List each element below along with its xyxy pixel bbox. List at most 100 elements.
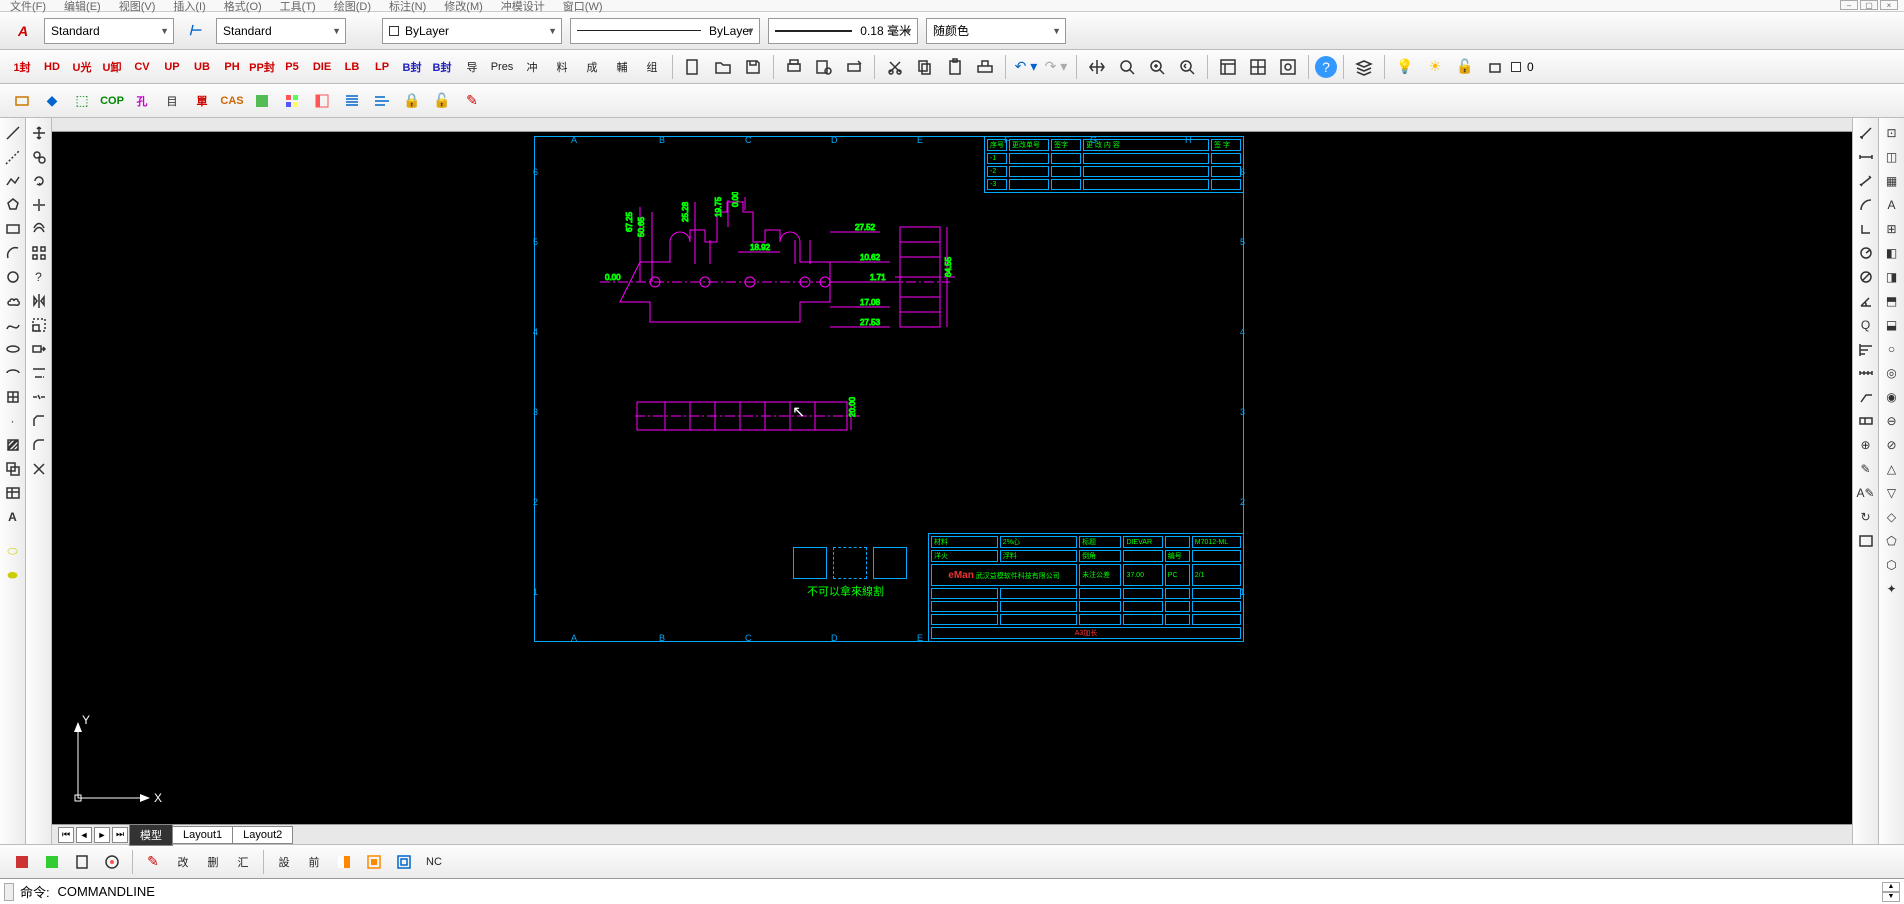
mirror-icon[interactable]: [28, 290, 50, 312]
drawing-canvas[interactable]: A B C D E F G H A B C D E 6 5 4 3 2 1: [52, 132, 1852, 824]
offset-icon[interactable]: [28, 218, 50, 240]
stretch-icon[interactable]: [28, 338, 50, 360]
revcloud-icon[interactable]: [2, 290, 24, 312]
tb2-mu[interactable]: 目: [158, 87, 186, 115]
explode-icon[interactable]: [28, 458, 50, 480]
cut-icon[interactable]: [881, 53, 909, 81]
btn-lp[interactable]: LP: [368, 53, 396, 81]
dist-icon[interactable]: [1855, 122, 1877, 144]
bb-she[interactable]: 設: [270, 848, 298, 876]
rotate-icon[interactable]: [28, 170, 50, 192]
bb-gai[interactable]: 改: [169, 848, 197, 876]
tb2-8[interactable]: [248, 87, 276, 115]
r2-12[interactable]: ⊖: [1881, 410, 1903, 432]
menu-format[interactable]: 格式(O): [224, 0, 262, 14]
tab-first[interactable]: ⏮: [58, 827, 74, 843]
undo-icon[interactable]: ↶ ▾: [1012, 53, 1040, 81]
bb-3[interactable]: [98, 848, 126, 876]
bulb-icon[interactable]: 💡: [1391, 53, 1419, 81]
btn-ph[interactable]: PH: [218, 53, 246, 81]
menu-modify[interactable]: 修改(M): [444, 0, 483, 14]
move-icon[interactable]: [28, 122, 50, 144]
plot-icon[interactable]: [840, 53, 868, 81]
r2-9[interactable]: ○: [1881, 338, 1903, 360]
r2-19[interactable]: ✦: [1881, 578, 1903, 600]
btn-die[interactable]: DIE: [308, 53, 336, 81]
tb2-unlock[interactable]: 🔓: [428, 87, 456, 115]
menu-view[interactable]: 视图(V): [119, 0, 156, 14]
btn-1f[interactable]: 1封: [8, 53, 36, 81]
dimcont-icon[interactable]: [1855, 362, 1877, 384]
dimstylemgr-icon[interactable]: [1855, 530, 1877, 552]
extend-icon[interactable]: [28, 362, 50, 384]
line-icon[interactable]: [2, 122, 24, 144]
dimrad-icon[interactable]: [1855, 242, 1877, 264]
print-icon[interactable]: [780, 53, 808, 81]
tab-layout2[interactable]: Layout2: [232, 826, 293, 844]
linetype-combo[interactable]: ByLayer▼: [570, 18, 760, 44]
bb-edit[interactable]: ✎: [139, 848, 167, 876]
tab-model[interactable]: 模型: [129, 824, 173, 846]
block-icon[interactable]: [2, 386, 24, 408]
tb2-cop[interactable]: COP: [98, 87, 126, 115]
dimalign-icon[interactable]: [1855, 170, 1877, 192]
match-icon[interactable]: [971, 53, 999, 81]
tolerance-icon[interactable]: [1855, 410, 1877, 432]
btn-dao[interactable]: 导: [458, 53, 486, 81]
leader-icon[interactable]: [1855, 386, 1877, 408]
hatch-icon[interactable]: [2, 434, 24, 456]
chamfer-icon[interactable]: [28, 410, 50, 432]
menu-tools[interactable]: 工具(T): [280, 0, 316, 14]
dimlinear-icon[interactable]: [1855, 146, 1877, 168]
r2-16[interactable]: ◇: [1881, 506, 1903, 528]
r2-7[interactable]: ⬒: [1881, 290, 1903, 312]
btn-ppf[interactable]: PP封: [248, 53, 276, 81]
tb2-dan[interactable]: 單: [188, 87, 216, 115]
textstyle-combo[interactable]: Standard▼: [44, 18, 174, 44]
point-icon[interactable]: ·: [2, 410, 24, 432]
preview-icon[interactable]: [810, 53, 838, 81]
dimdia-icon[interactable]: [1855, 266, 1877, 288]
region-icon[interactable]: [2, 458, 24, 480]
r2-17[interactable]: ⬠: [1881, 530, 1903, 552]
plot-layer-icon[interactable]: [1481, 53, 1509, 81]
btn-hd[interactable]: HD: [38, 53, 66, 81]
bb-nc[interactable]: NC: [420, 848, 448, 876]
tab-prev[interactable]: ◄: [76, 827, 92, 843]
zoomwin-icon[interactable]: [1143, 53, 1171, 81]
btn-cv[interactable]: CV: [128, 53, 156, 81]
bb-hui[interactable]: 汇: [229, 848, 257, 876]
btn-zu[interactable]: 组: [638, 53, 666, 81]
dimtedit-icon[interactable]: A✎: [1855, 482, 1877, 504]
break-icon[interactable]: [28, 386, 50, 408]
xline-icon[interactable]: [2, 146, 24, 168]
btn-pres[interactable]: Pres: [488, 53, 516, 81]
btn-ug[interactable]: U光: [68, 53, 96, 81]
tab-layout1[interactable]: Layout1: [172, 826, 233, 844]
btn-fu[interactable]: 輔: [608, 53, 636, 81]
dimbase-icon[interactable]: [1855, 338, 1877, 360]
r2-15[interactable]: ▽: [1881, 482, 1903, 504]
spline-icon[interactable]: [2, 314, 24, 336]
r2-0[interactable]: ⊡: [1881, 122, 1903, 144]
tb2-edit[interactable]: ✎: [458, 87, 486, 115]
btn-liao[interactable]: 料: [548, 53, 576, 81]
text-icon[interactable]: A: [2, 506, 24, 528]
tb2-10[interactable]: [308, 87, 336, 115]
r2-5[interactable]: ◧: [1881, 242, 1903, 264]
zoomprev-icon[interactable]: [1173, 53, 1201, 81]
minimize-button[interactable]: –: [1840, 0, 1858, 10]
ddr-icon[interactable]: ?: [28, 266, 50, 288]
help-icon[interactable]: ?: [1315, 56, 1337, 78]
bb-13[interactable]: [360, 848, 388, 876]
btn-p5[interactable]: P5: [278, 53, 306, 81]
tb2-cas[interactable]: CAS: [218, 87, 246, 115]
r2-8[interactable]: ⬓: [1881, 314, 1903, 336]
btn-bf2[interactable]: B封: [428, 53, 456, 81]
circle-icon[interactable]: [2, 266, 24, 288]
pan-icon[interactable]: [1083, 53, 1111, 81]
polygon-icon[interactable]: [2, 194, 24, 216]
bb-14[interactable]: [390, 848, 418, 876]
r2-18[interactable]: ⬡: [1881, 554, 1903, 576]
rect-icon[interactable]: [2, 218, 24, 240]
